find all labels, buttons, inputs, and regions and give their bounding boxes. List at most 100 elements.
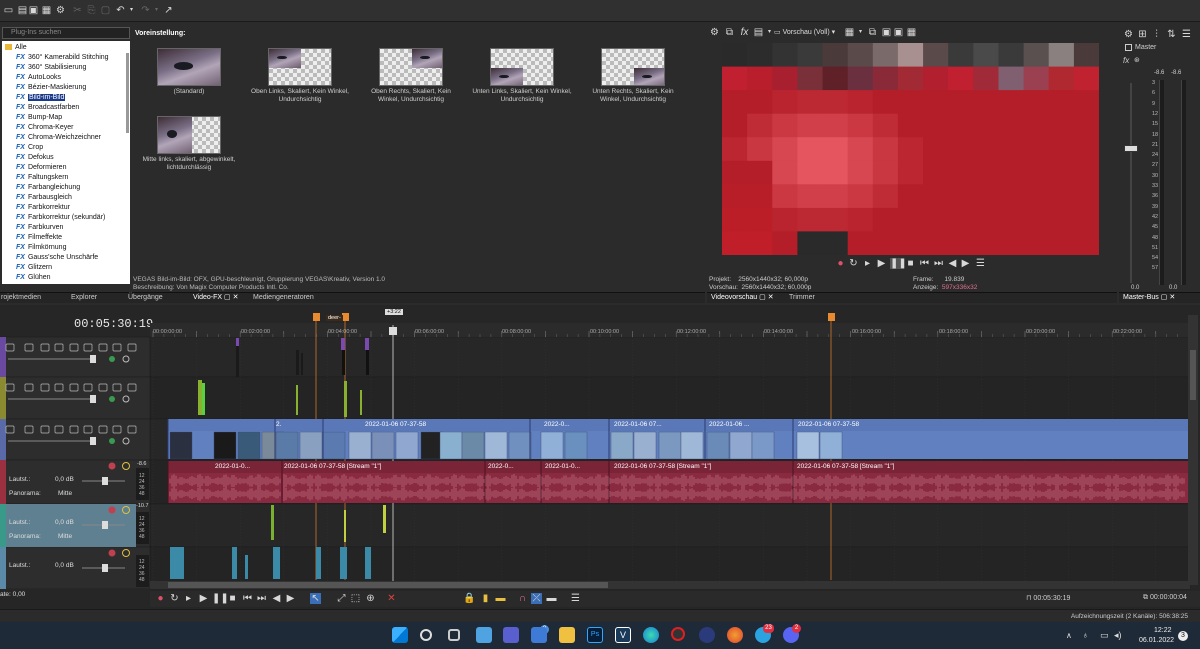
audio1-pan-value[interactable]: Mitte: [58, 490, 72, 497]
audio-clip-label[interactable]: 2022-01-06 07-37-58 [Stream "1"]: [614, 463, 711, 470]
tab-projektmedien[interactable]: rojektmedien: [1, 293, 41, 303]
audio2-volume-value[interactable]: 0,0 dB: [55, 519, 74, 526]
next-frame-icon[interactable]: ▶: [285, 593, 296, 604]
effect-item[interactable]: FX Gauss'sche Unschärfe: [16, 253, 98, 263]
go-to-start-icon[interactable]: ⏮: [919, 258, 930, 269]
go-to-start-icon[interactable]: ⏮: [242, 593, 253, 604]
effect-item[interactable]: FX Chroma-Keyer: [16, 123, 73, 133]
master-checkbox-icon[interactable]: [1125, 44, 1132, 51]
effect-item[interactable]: FX Filmeffekte: [16, 233, 62, 243]
task-view-icon[interactable]: [448, 629, 460, 641]
effect-item[interactable]: FX Broadcastfarben: [16, 103, 79, 113]
audio-clip-label[interactable]: 2022-01-06 07-37-58 [Stream "1"]: [284, 463, 381, 470]
play-icon[interactable]: ▶: [198, 593, 209, 604]
app-arrow-icon[interactable]: [699, 627, 715, 643]
normal-edit-tool-icon[interactable]: ↖: [310, 593, 321, 604]
video-clip-label[interactable]: 2022-01-06 07-37-58: [365, 421, 426, 428]
go-to-end-icon[interactable]: ⏭: [256, 593, 267, 604]
loop-icon[interactable]: ↻: [169, 593, 180, 604]
menu-icon[interactable]: ☰: [975, 258, 986, 269]
fx-icon[interactable]: fx: [1123, 56, 1129, 65]
effect-item[interactable]: FX Farbkorrektur: [16, 203, 70, 213]
new-project-icon[interactable]: ▭: [3, 5, 14, 16]
tab-mediengeneratoren[interactable]: Mediengeneratoren: [253, 293, 314, 303]
preset-item[interactable]: Oben Links, Skaliert, Kein Winkel, Undur…: [250, 48, 350, 104]
effect-item[interactable]: FX Chroma-Weichzeichner: [16, 133, 101, 143]
effect-item[interactable]: FX AutoLooks: [16, 73, 61, 83]
split-screen-icon[interactable]: ▤: [753, 27, 764, 38]
tray-chevron-icon[interactable]: ∧: [1066, 631, 1072, 640]
automation-icon[interactable]: ⊛: [1134, 56, 1140, 64]
preset-item[interactable]: (Standard): [139, 48, 239, 96]
external-monitor-icon[interactable]: ⧉: [867, 27, 878, 38]
pause-icon[interactable]: ❚❚: [890, 258, 907, 269]
lock-icon[interactable]: 🔒: [463, 593, 475, 604]
mixer-icon[interactable]: ⊞: [1137, 29, 1148, 40]
edge-icon[interactable]: [643, 627, 659, 643]
paste-icon[interactable]: ▢: [100, 5, 111, 16]
effect-item[interactable]: FX Bump-Map: [16, 113, 62, 123]
save-snapshot-icon[interactable]: ▣: [893, 27, 904, 38]
cut-icon[interactable]: ✂: [72, 5, 83, 16]
network-icon[interactable]: ▭: [1100, 630, 1109, 641]
preset-item[interactable]: Unten Links, Skaliert, Kein Winkel, Undu…: [472, 48, 572, 104]
video-clip-label[interactable]: 2.: [276, 421, 281, 428]
effect-item[interactable]: FX Farbkorrektur (sekundär): [16, 213, 105, 223]
chat-icon[interactable]: [531, 627, 547, 643]
pause-icon[interactable]: ❚❚: [212, 593, 229, 604]
windows-start-icon[interactable]: [392, 627, 408, 643]
maximize-icon[interactable]: ▢: [759, 294, 766, 301]
master-fader-handle[interactable]: [1124, 145, 1138, 152]
audio3-volume-value[interactable]: 0,0 dB: [55, 562, 74, 569]
effect-item[interactable]: FX Farbkurven: [16, 223, 63, 233]
effect-item[interactable]: FX Farbausgleich: [16, 193, 72, 203]
audio2-pan-value[interactable]: Mitte: [58, 533, 72, 540]
effect-item[interactable]: FX Farbangleichung: [16, 183, 80, 193]
menu-icon[interactable]: ☰: [1181, 29, 1192, 40]
render-icon[interactable]: ▦: [41, 5, 52, 16]
effect-item[interactable]: FX Filmkörnung: [16, 243, 66, 253]
marker-icon[interactable]: ▮: [480, 593, 491, 604]
tab-video-fx[interactable]: Video-FX ▢ ✕: [193, 293, 238, 303]
tab-master-bus[interactable]: Master-Bus ▢ ✕: [1123, 293, 1175, 303]
select-tool-icon[interactable]: ⬚: [350, 593, 361, 604]
tab-explorer[interactable]: Explorer: [71, 293, 97, 303]
undo-icon[interactable]: ↶: [115, 5, 126, 16]
effect-item[interactable]: FX Bézier-Maskierung: [16, 83, 86, 93]
copy-icon[interactable]: ⎘: [86, 5, 97, 16]
effect-item[interactable]: FX Glühen: [16, 273, 51, 283]
audio1-volume-value[interactable]: 0,0 dB: [55, 476, 74, 483]
audio-clip-label[interactable]: 2022-0...: [488, 463, 514, 470]
play-icon[interactable]: ▶: [876, 258, 887, 269]
save-icon[interactable]: ▣: [28, 5, 39, 16]
tab-trimmer[interactable]: Trimmer: [789, 293, 815, 303]
preset-item[interactable]: Unten Rechts, Skaliert, Kein Winkel, Und…: [583, 48, 683, 104]
grid-icon[interactable]: ▦: [844, 27, 855, 38]
photoshop-icon[interactable]: Ps: [587, 627, 603, 643]
copy-snapshot-icon[interactable]: ▣: [881, 27, 892, 38]
effect-item[interactable]: FX Faltungskern: [16, 173, 68, 183]
effect-item[interactable]: FX Glitzern: [16, 263, 52, 273]
video-clip-label[interactable]: 2022-01-06 07...: [614, 421, 662, 428]
stop-icon[interactable]: ■: [227, 593, 238, 604]
delete-icon[interactable]: ✕: [386, 593, 397, 604]
record-mic-icon[interactable]: ●: [835, 258, 846, 269]
notification-badge[interactable]: 3: [1178, 631, 1188, 641]
tree-root-all[interactable]: Alle: [5, 43, 27, 53]
zoom-tool-icon[interactable]: ⊕: [365, 593, 376, 604]
maximize-icon[interactable]: ▢: [224, 294, 231, 301]
preview-quality-select[interactable]: ▭ Vorschau (Voll) ▾: [774, 28, 835, 36]
close-icon[interactable]: ✕: [233, 294, 239, 301]
video-clip-label[interactable]: 2022-0...: [544, 421, 570, 428]
open-icon[interactable]: ▤: [17, 5, 28, 16]
gear-icon[interactable]: ⚙: [1123, 29, 1134, 40]
fx-icon[interactable]: fx: [739, 27, 750, 38]
clock-date[interactable]: 06.01.2022: [1139, 637, 1174, 644]
preset-item[interactable]: Mitte links, skaliert, abgewinkelt, lich…: [139, 116, 239, 172]
help-pointer-icon[interactable]: ↗: [163, 5, 174, 16]
chevron-down-icon[interactable]: ▾: [151, 5, 162, 16]
vegas-icon[interactable]: V: [615, 627, 631, 643]
video-clip-label[interactable]: 2022-01-06 ...: [709, 421, 749, 428]
downmix-icon[interactable]: ⇅: [1166, 29, 1177, 40]
effect-item[interactable]: FX Defokus: [16, 153, 54, 163]
